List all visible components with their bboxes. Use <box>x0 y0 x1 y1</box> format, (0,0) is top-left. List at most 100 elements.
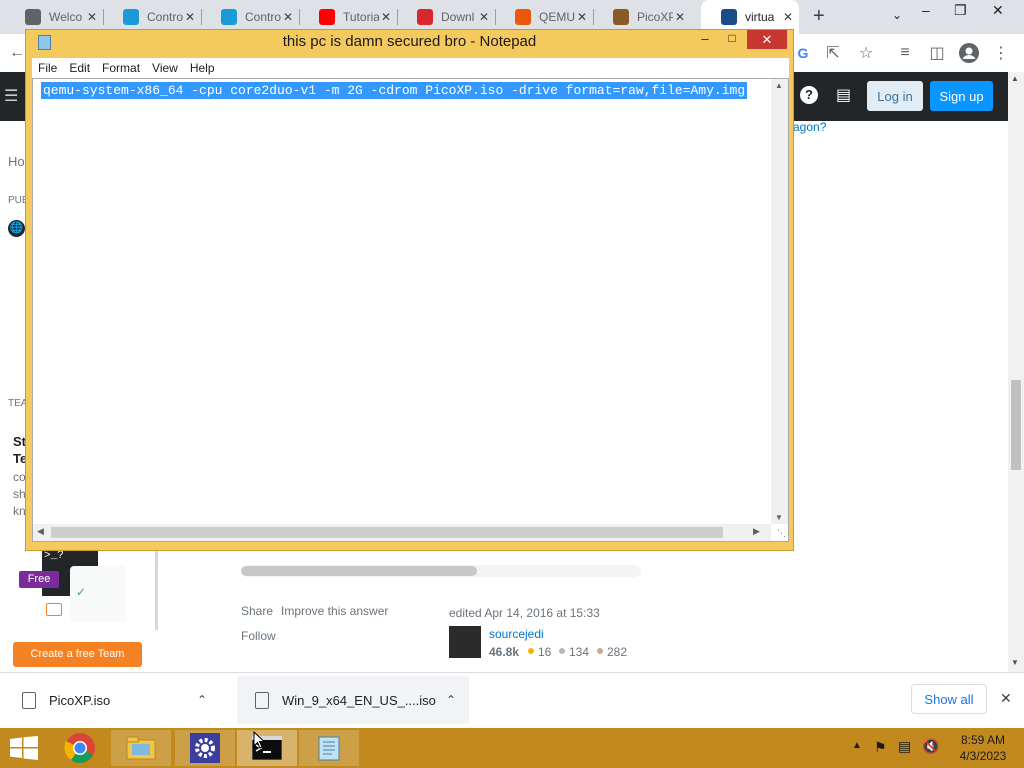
system-clock[interactable]: 8:59 AM 4/3/2023 <box>953 732 1013 764</box>
tab-close-icon[interactable]: ✕ <box>283 10 293 24</box>
minimize-window-button[interactable]: – <box>922 2 930 18</box>
file-icon <box>255 691 269 709</box>
notepad-window[interactable]: this pc is damn secured bro - Notepad – … <box>25 29 794 551</box>
user-avatar[interactable] <box>449 626 481 658</box>
picoxp-icon <box>613 9 629 25</box>
scroll-up-arrow-icon[interactable]: ▲ <box>1011 74 1019 83</box>
download-item-picoxp[interactable]: PicoXP.iso ⌃ <box>0 676 236 724</box>
tab-search-button[interactable]: ⌄ <box>892 8 902 22</box>
download-options-icon[interactable]: ⌃ <box>197 693 207 707</box>
close-downloads-bar-icon[interactable]: ✕ <box>1000 690 1012 707</box>
bookmark-star-icon[interactable]: ☆ <box>855 42 877 64</box>
silver-badge-count: 134 <box>569 645 590 659</box>
tab-label: virtua <box>745 10 775 24</box>
menu-view[interactable]: View <box>146 61 184 75</box>
menu-help[interactable]: Help <box>184 61 221 75</box>
scroll-down-arrow-icon[interactable]: ▼ <box>775 513 783 522</box>
tab-close-icon[interactable]: ✕ <box>185 10 195 24</box>
kebab-menu-icon[interactable]: ⋮ <box>990 42 1012 64</box>
volume-muted-icon[interactable]: 🔇 <box>922 738 939 755</box>
youtube-icon <box>319 9 335 25</box>
login-button[interactable]: Log in <box>867 81 923 111</box>
tab-close-icon[interactable]: ✕ <box>479 10 489 24</box>
taskbar-settings[interactable] <box>175 730 235 766</box>
teams-promo-text-3: kn <box>13 504 26 518</box>
notepad-maximize-button[interactable]: □ <box>720 31 744 49</box>
tab-label: Downl <box>441 10 475 24</box>
notepad-close-button[interactable]: ✕ <box>747 30 787 49</box>
create-free-team-button[interactable]: Create a free Team <box>13 642 142 667</box>
scroll-right-arrow-icon[interactable]: ▶ <box>753 526 760 537</box>
download-options-icon[interactable]: ⌃ <box>446 693 456 707</box>
close-window-button[interactable]: ✕ <box>992 2 1004 19</box>
share-link[interactable]: Share <box>241 604 273 618</box>
teams-promo-text-1: co <box>13 470 26 484</box>
globe-icon <box>25 9 41 25</box>
download-filename: PicoXP.iso <box>49 692 111 708</box>
code-block-scrollbar-thumb[interactable] <box>241 566 477 576</box>
chat-bubble-icon <box>46 603 62 616</box>
scroll-down-arrow-icon[interactable]: ▼ <box>1011 658 1019 667</box>
menu-format[interactable]: Format <box>96 61 146 75</box>
tab-close-icon[interactable]: ✕ <box>577 10 587 24</box>
download-item-win9[interactable]: Win_9_x64_EN_US_....iso ⌃ <box>237 676 469 724</box>
help-icon[interactable]: ? <box>800 86 818 104</box>
page-scrollbar[interactable] <box>1008 72 1024 672</box>
notepad-vertical-scrollbar[interactable]: ▲ ▼ <box>771 79 788 524</box>
taskbar-notepad[interactable] <box>299 730 359 766</box>
selected-command-text[interactable]: qemu-system-x86_64 -cpu core2duo-v1 -m 2… <box>41 82 748 99</box>
tab-close-icon[interactable]: ✕ <box>675 10 685 24</box>
taskbar-command-prompt[interactable] <box>237 730 297 766</box>
resize-grip-icon[interactable]: ⋱ <box>777 528 786 539</box>
user-reputation: 46.8k <box>489 645 520 659</box>
hamburger-menu-icon[interactable]: ☰ <box>4 86 18 106</box>
improve-answer-link[interactable]: Improve this answer <box>281 604 388 618</box>
share-icon[interactable]: ⇱ <box>822 42 844 64</box>
globe-icon[interactable]: 🌐 <box>8 220 25 237</box>
file-icon <box>22 691 36 709</box>
reading-list-icon[interactable]: ≡ <box>894 42 916 64</box>
tab-label: Tutoria <box>343 10 379 24</box>
signup-button[interactable]: Sign up <box>930 81 993 111</box>
restore-window-button[interactable]: ❐ <box>954 2 967 19</box>
clock-time: 8:59 AM <box>960 733 1006 747</box>
side-panel-icon[interactable]: ◫ <box>926 42 948 64</box>
sidebar-home-link[interactable]: Ho <box>8 154 25 169</box>
notepad-horizontal-scrollbar[interactable]: ◀ ▶ <box>33 524 771 541</box>
unix-se-icon <box>721 9 737 25</box>
follow-link[interactable]: Follow <box>241 629 276 643</box>
tab-label: Contro <box>245 10 281 24</box>
tab-close-icon[interactable]: ✕ <box>783 10 793 24</box>
inbox-icon[interactable]: ▤ <box>836 85 851 105</box>
taskbar-chrome[interactable] <box>50 730 110 766</box>
monitor-icon <box>221 9 237 25</box>
edited-timestamp[interactable]: edited Apr 14, 2016 at 15:33 <box>449 606 600 620</box>
menu-file[interactable]: File <box>32 61 63 75</box>
download-filename: Win_9_x64_EN_US_....iso <box>282 692 436 708</box>
notepad-text-area[interactable]: qemu-system-x86_64 -cpu core2duo-v1 -m 2… <box>32 78 789 542</box>
profile-avatar-icon[interactable] <box>958 42 980 64</box>
scroll-up-arrow-icon[interactable]: ▲ <box>775 81 783 90</box>
tab-label: QEMU <box>539 10 575 24</box>
show-all-downloads-button[interactable]: Show all <box>911 684 987 714</box>
new-tab-button[interactable]: + <box>813 5 825 28</box>
sidebar-divider <box>155 550 158 630</box>
silver-badge-icon <box>559 648 565 654</box>
tab-close-icon[interactable]: ✕ <box>87 10 97 24</box>
notepad-horizontal-scroll-thumb[interactable] <box>51 527 723 538</box>
gold-badge-count: 16 <box>538 645 552 659</box>
question-title-fragment[interactable]: agon? <box>793 120 826 134</box>
network-icon[interactable]: ▤ <box>898 738 911 755</box>
taskbar-file-explorer[interactable] <box>111 730 171 766</box>
user-name-link[interactable]: sourcejedi <box>489 627 544 641</box>
tab-label: Contro <box>147 10 183 24</box>
scroll-left-arrow-icon[interactable]: ◀ <box>37 526 44 537</box>
google-icon[interactable]: G <box>792 42 814 64</box>
page-scrollbar-thumb[interactable] <box>1011 380 1021 470</box>
show-hidden-icons-icon[interactable]: ▲ <box>852 740 862 751</box>
menu-edit[interactable]: Edit <box>63 61 96 75</box>
start-button[interactable] <box>10 736 38 763</box>
action-center-flag-icon[interactable]: ⚑ <box>874 739 887 756</box>
notepad-minimize-button[interactable]: – <box>693 31 717 49</box>
tab-close-icon[interactable]: ✕ <box>381 10 391 24</box>
